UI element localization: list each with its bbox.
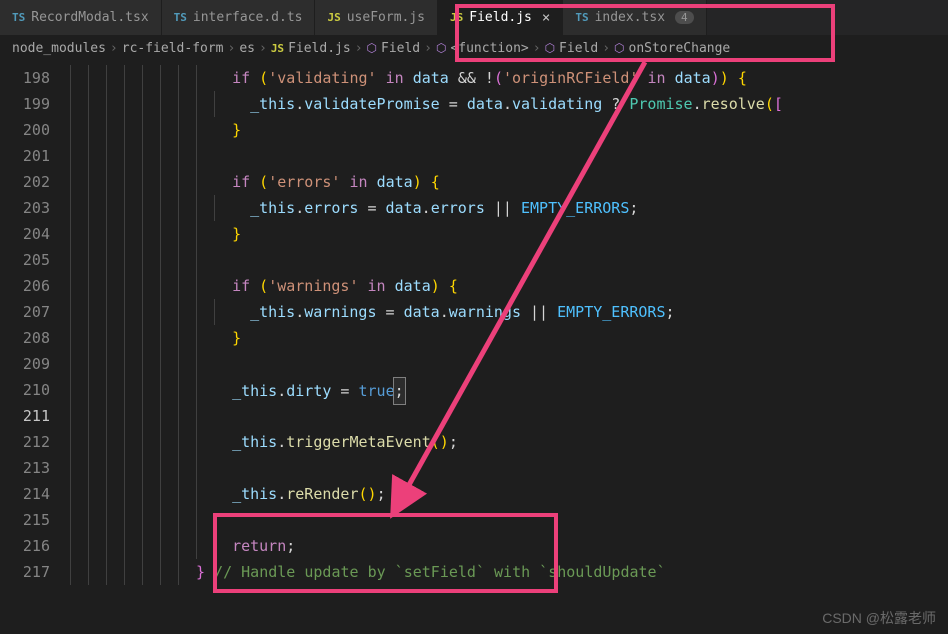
tab-recordmodal[interactable]: TS RecordModal.tsx bbox=[0, 0, 162, 35]
method-icon: ⬡ bbox=[614, 41, 624, 55]
breadcrumb-item[interactable]: Field.js bbox=[288, 41, 351, 56]
breadcrumb-item[interactable]: Field bbox=[381, 41, 420, 56]
tab-useform[interactable]: JS useForm.js bbox=[315, 0, 438, 35]
js-icon: JS bbox=[327, 11, 340, 24]
line-number: 209 bbox=[0, 351, 50, 377]
code-line: _this.validatePromise = data.validating … bbox=[70, 91, 948, 117]
line-number: 202 bbox=[0, 169, 50, 195]
ts-icon: TS bbox=[12, 11, 25, 24]
tab-label: interface.d.ts bbox=[193, 10, 303, 25]
line-number: 211 bbox=[0, 403, 50, 429]
code-line: _this.errors = data.errors || EMPTY_ERRO… bbox=[70, 195, 948, 221]
line-number: 201 bbox=[0, 143, 50, 169]
line-number: 206 bbox=[0, 273, 50, 299]
code-line: } // Handle update by `setField` with `s… bbox=[70, 559, 948, 585]
line-number: 214 bbox=[0, 481, 50, 507]
breadcrumb[interactable]: node_modules › rc-field-form › es › JS F… bbox=[0, 35, 948, 61]
line-number: 198 bbox=[0, 65, 50, 91]
code-line: if ('validating' in data && !('originRCF… bbox=[70, 65, 948, 91]
code-line: _this.triggerMetaEvent(); bbox=[70, 429, 948, 455]
code-line: return; bbox=[70, 533, 948, 559]
code-line: if ('errors' in data) { bbox=[70, 169, 948, 195]
ts-icon: TS bbox=[174, 11, 187, 24]
code-line: if ('warnings' in data) { bbox=[70, 273, 948, 299]
chevron-right-icon: › bbox=[533, 41, 541, 56]
code-line bbox=[70, 507, 948, 533]
line-number: 215 bbox=[0, 507, 50, 533]
tab-label: Field.js bbox=[469, 10, 532, 25]
breadcrumb-item[interactable]: node_modules bbox=[12, 41, 106, 56]
tab-label: index.tsx bbox=[595, 10, 665, 25]
breadcrumb-item[interactable]: rc-field-form bbox=[122, 41, 224, 56]
code-line bbox=[70, 351, 948, 377]
line-number: 199 bbox=[0, 91, 50, 117]
line-number: 213 bbox=[0, 455, 50, 481]
code-line: } bbox=[70, 325, 948, 351]
chevron-right-icon: › bbox=[259, 41, 267, 56]
code-line: _this.dirty = true; bbox=[70, 377, 948, 403]
line-number: 212 bbox=[0, 429, 50, 455]
code-line bbox=[70, 143, 948, 169]
class-icon: ⬡ bbox=[545, 41, 555, 55]
method-icon: ⬡ bbox=[436, 41, 446, 55]
js-icon: JS bbox=[271, 42, 284, 55]
tab-interface[interactable]: TS interface.d.ts bbox=[162, 0, 316, 35]
chevron-right-icon: › bbox=[602, 41, 610, 56]
code-line bbox=[70, 403, 948, 429]
breadcrumb-item[interactable]: <function> bbox=[450, 41, 528, 56]
chevron-right-icon: › bbox=[228, 41, 236, 56]
line-number: 210 bbox=[0, 377, 50, 403]
class-icon: ⬡ bbox=[367, 41, 377, 55]
code-line: _this.reRender(); bbox=[70, 481, 948, 507]
close-icon[interactable]: × bbox=[542, 10, 550, 26]
code-line bbox=[70, 247, 948, 273]
breadcrumb-item[interactable]: onStoreChange bbox=[629, 41, 731, 56]
line-number: 200 bbox=[0, 117, 50, 143]
watermark: CSDN @松露老师 bbox=[822, 608, 936, 628]
tab-label: RecordModal.tsx bbox=[31, 10, 148, 25]
editor[interactable]: 198 199 200 201 202 203 204 205 206 207 … bbox=[0, 61, 948, 634]
line-number: 205 bbox=[0, 247, 50, 273]
code-area[interactable]: if ('validating' in data && !('originRCF… bbox=[70, 61, 948, 634]
tab-index[interactable]: TS index.tsx 4 bbox=[563, 0, 706, 35]
line-number: 203 bbox=[0, 195, 50, 221]
line-number: 204 bbox=[0, 221, 50, 247]
breadcrumb-item[interactable]: es bbox=[239, 41, 255, 56]
chevron-right-icon: › bbox=[424, 41, 432, 56]
line-number: 207 bbox=[0, 299, 50, 325]
code-line: } bbox=[70, 221, 948, 247]
js-icon: JS bbox=[450, 11, 463, 24]
tab-label: useForm.js bbox=[347, 10, 425, 25]
code-line bbox=[70, 455, 948, 481]
line-number-gutter: 198 199 200 201 202 203 204 205 206 207 … bbox=[0, 61, 70, 634]
code-line: } bbox=[70, 117, 948, 143]
chevron-right-icon: › bbox=[110, 41, 118, 56]
line-number: 216 bbox=[0, 533, 50, 559]
problems-badge: 4 bbox=[675, 11, 694, 24]
line-number: 208 bbox=[0, 325, 50, 351]
tabs-bar: TS RecordModal.tsx TS interface.d.ts JS … bbox=[0, 0, 948, 35]
breadcrumb-item[interactable]: Field bbox=[559, 41, 598, 56]
chevron-right-icon: › bbox=[355, 41, 363, 56]
tab-field[interactable]: JS Field.js × bbox=[438, 0, 563, 35]
line-number: 217 bbox=[0, 559, 50, 585]
code-line: _this.warnings = data.warnings || EMPTY_… bbox=[70, 299, 948, 325]
ts-icon: TS bbox=[575, 11, 588, 24]
